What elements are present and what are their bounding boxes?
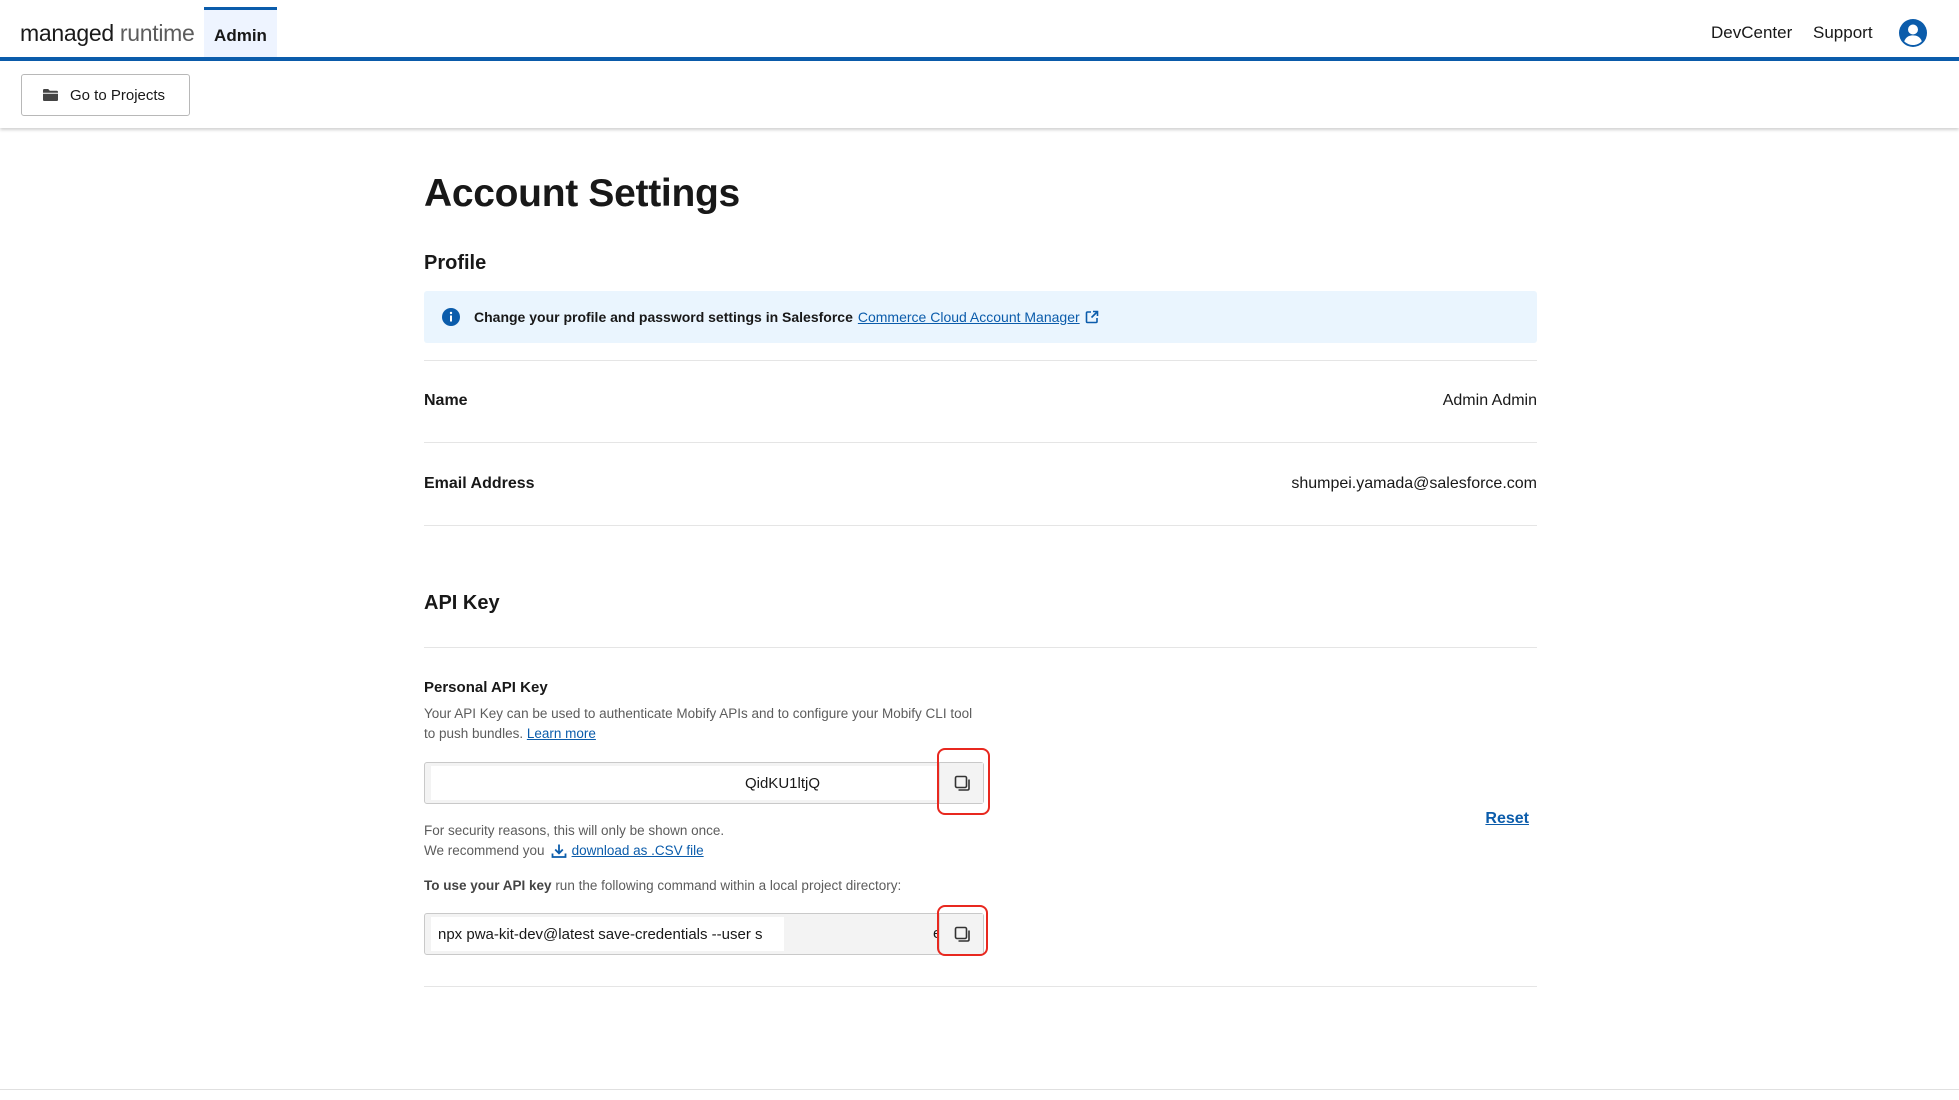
tab-admin[interactable]: Admin bbox=[204, 7, 277, 57]
support-link[interactable]: Support bbox=[1813, 23, 1873, 43]
brand-logo[interactable]: managed runtime bbox=[20, 20, 195, 47]
personal-api-key-label: Personal API Key bbox=[424, 679, 548, 696]
profile-section-title: Profile bbox=[424, 252, 487, 274]
page-title: Account Settings bbox=[424, 172, 740, 215]
email-label: Email Address bbox=[424, 475, 535, 492]
footer-divider bbox=[0, 1089, 1959, 1090]
command-field[interactable]: npx pwa-kit-dev@latest save-credentials … bbox=[424, 913, 984, 955]
copy-command-highlight bbox=[937, 905, 988, 956]
name-value: Admin Admin bbox=[1442, 392, 1537, 409]
top-navigation: managed runtime Admin DevCenter Support bbox=[0, 0, 1959, 61]
user-avatar-icon[interactable] bbox=[1899, 19, 1927, 47]
info-icon bbox=[442, 308, 460, 326]
brand-main: managed bbox=[20, 20, 114, 46]
download-csv-link[interactable]: download as .CSV file bbox=[572, 841, 704, 861]
api-key-value[interactable]: QidKU1ltjQ bbox=[431, 766, 940, 800]
name-label: Name bbox=[424, 392, 468, 409]
learn-more-link[interactable]: Learn more bbox=[527, 726, 596, 741]
api-key-field[interactable]: QidKU1ltjQ bbox=[424, 762, 984, 804]
reset-api-key-link[interactable]: Reset bbox=[1485, 810, 1529, 828]
divider bbox=[424, 525, 1537, 526]
security-note-line2: We recommend you download as .CSV file bbox=[424, 841, 704, 861]
divider bbox=[424, 442, 1537, 443]
divider bbox=[424, 360, 1537, 361]
profile-info-banner: Change your profile and password setting… bbox=[424, 291, 1537, 343]
sub-toolbar: Go to Projects bbox=[0, 61, 1959, 128]
devcenter-link[interactable]: DevCenter bbox=[1711, 23, 1792, 43]
command-value[interactable]: npx pwa-kit-dev@latest save-credentials … bbox=[431, 917, 784, 951]
banner-text: Change your profile and password setting… bbox=[474, 309, 853, 325]
copy-api-key-highlight bbox=[937, 748, 990, 815]
security-note-line2-text: We recommend you bbox=[424, 843, 545, 858]
download-icon[interactable] bbox=[551, 843, 567, 859]
api-key-description-text: Your API Key can be used to authenticate… bbox=[424, 706, 973, 741]
go-to-projects-button[interactable]: Go to Projects bbox=[21, 74, 190, 116]
api-key-description: Your API Key can be used to authenticate… bbox=[424, 704, 984, 744]
folder-icon bbox=[43, 89, 58, 101]
account-manager-link[interactable]: Commerce Cloud Account Manager bbox=[858, 309, 1080, 325]
divider bbox=[424, 986, 1537, 987]
api-key-section-title: API Key bbox=[424, 592, 500, 614]
go-to-projects-label: Go to Projects bbox=[70, 86, 166, 104]
security-note-line1: For security reasons, this will only be … bbox=[424, 823, 725, 838]
brand-thin: runtime bbox=[119, 20, 195, 46]
usage-note: To use your API key run the following co… bbox=[424, 878, 901, 893]
security-note: For security reasons, this will only be … bbox=[424, 821, 724, 861]
usage-note-bold: To use your API key bbox=[424, 878, 552, 893]
divider bbox=[424, 647, 1537, 648]
email-value: shumpei.yamada@salesforce.com bbox=[1291, 475, 1537, 492]
usage-note-text: run the following command within a local… bbox=[555, 878, 902, 893]
external-link-icon[interactable] bbox=[1085, 310, 1099, 324]
